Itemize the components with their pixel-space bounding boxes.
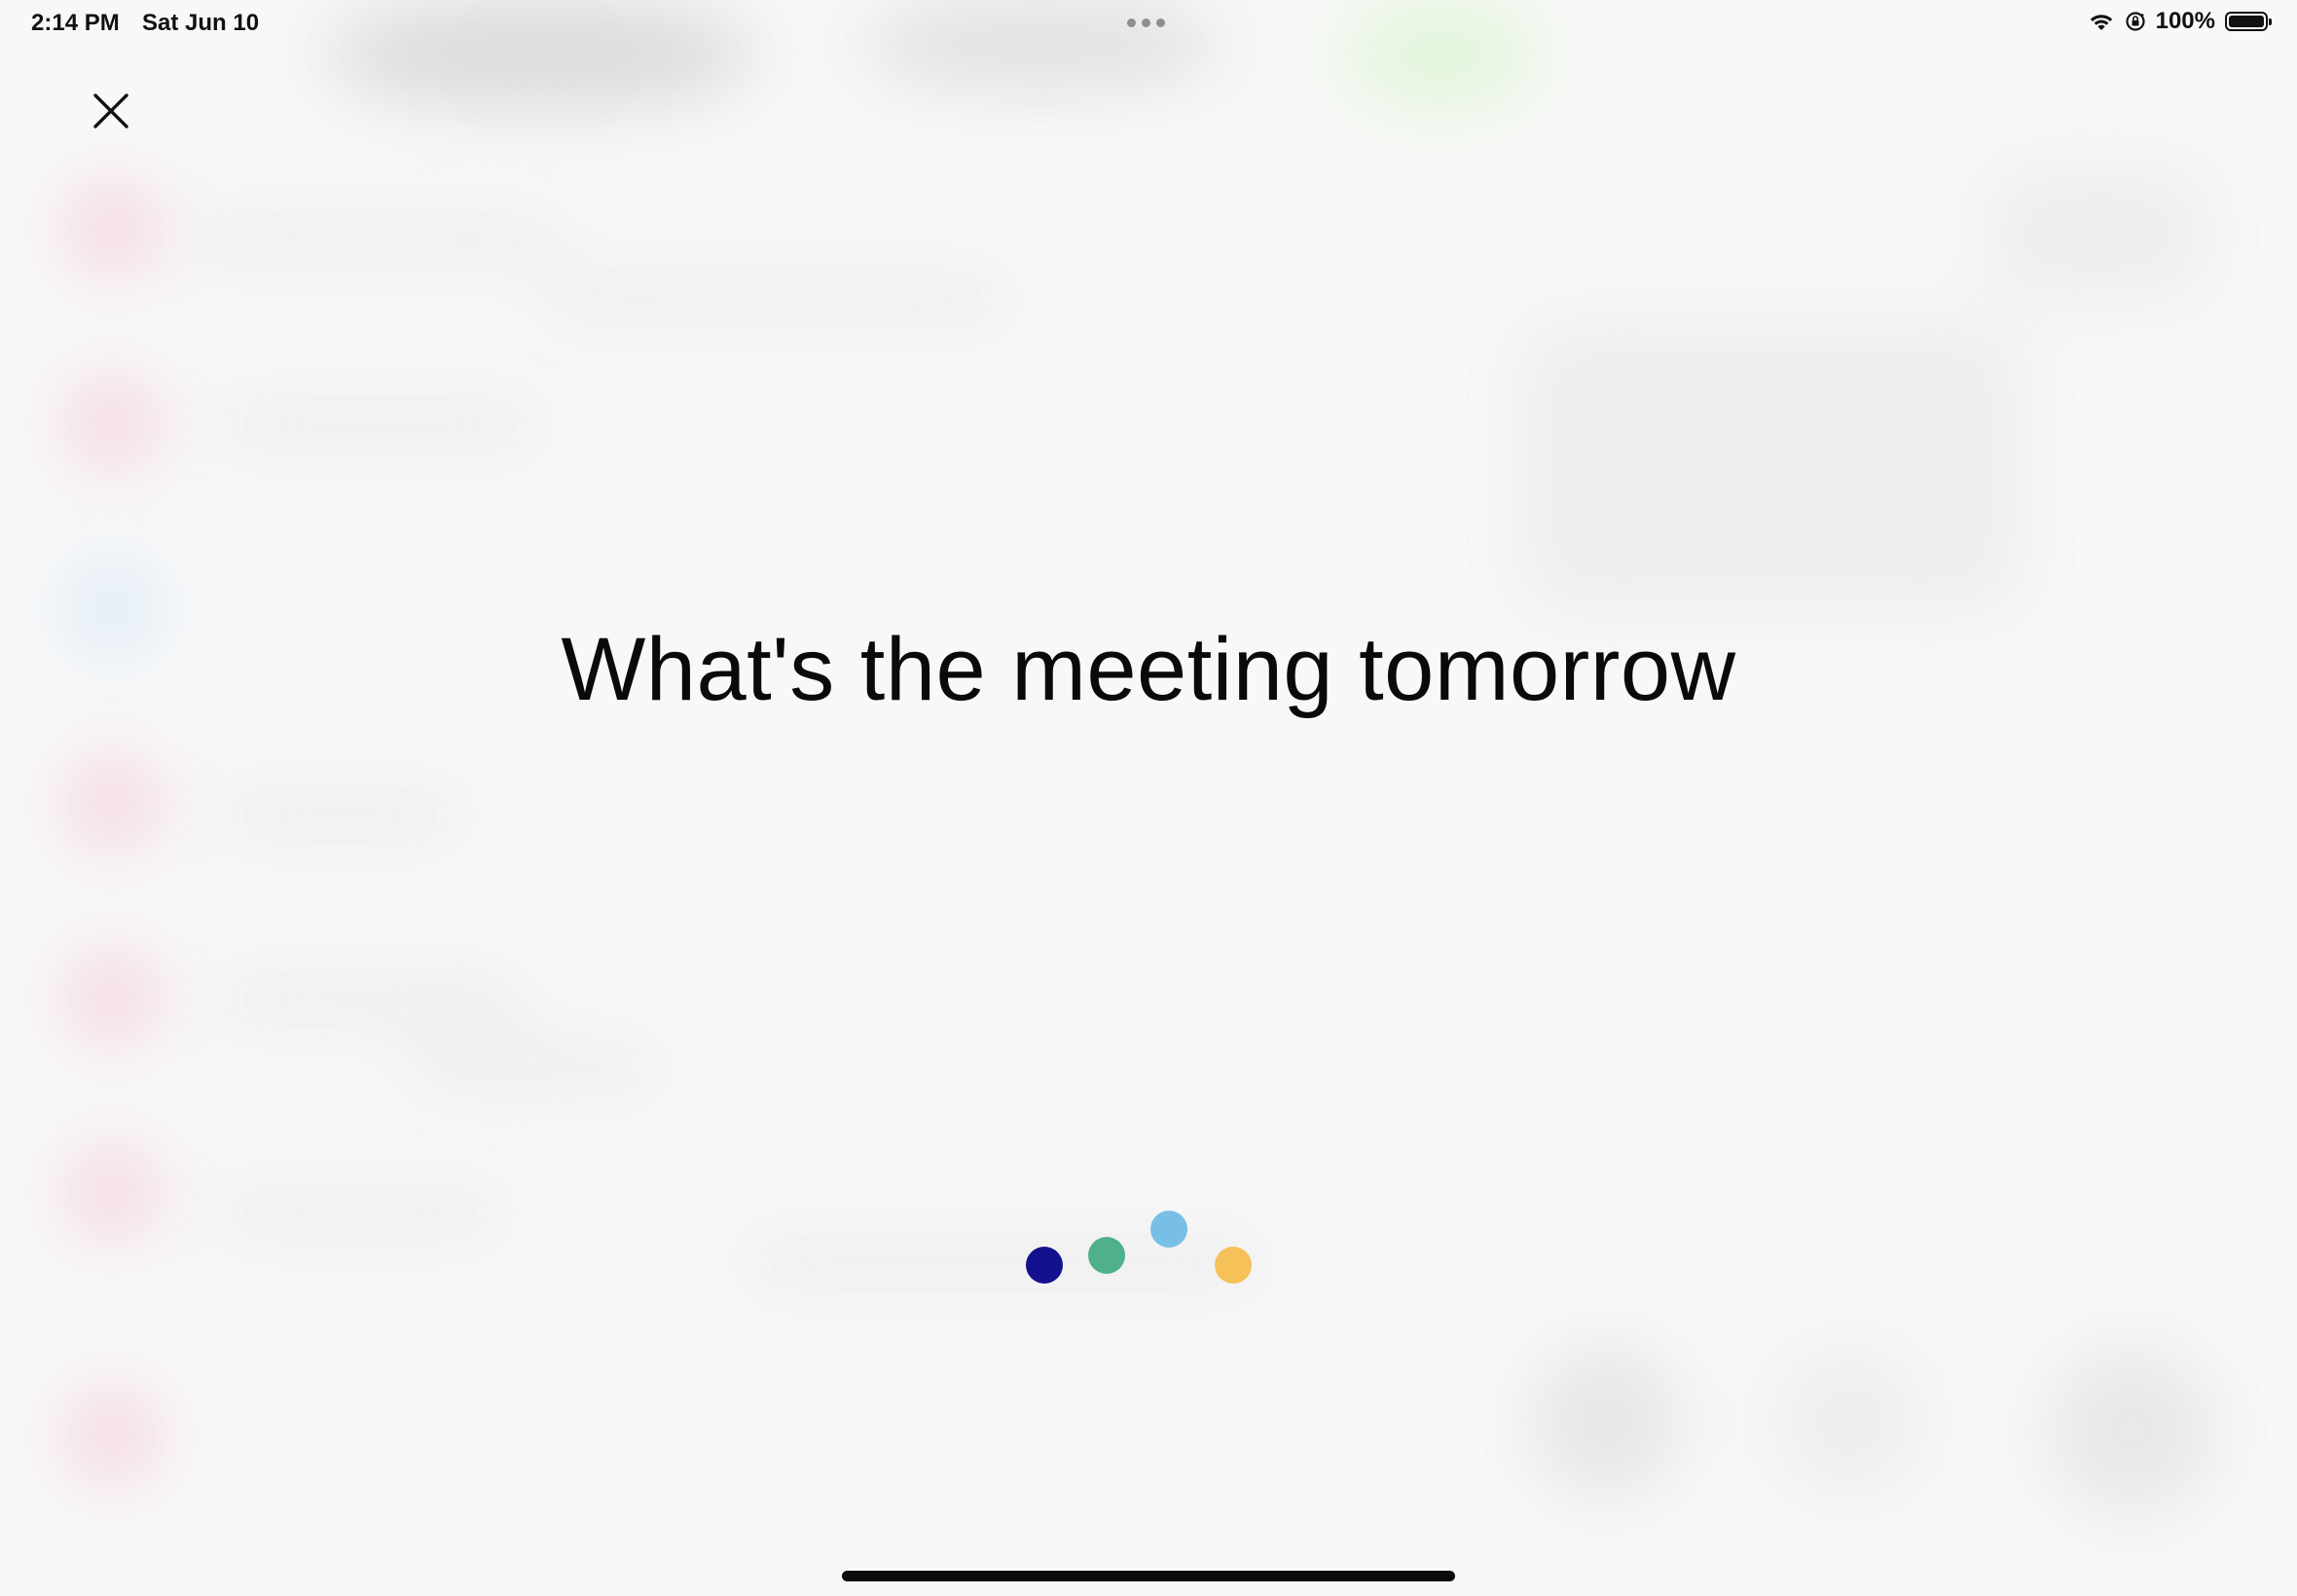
status-time: 2:14 PM (31, 10, 120, 36)
home-indicator[interactable] (842, 1571, 1455, 1581)
status-bar: 2:14 PM Sat Jun 10 100% (0, 0, 2297, 47)
wifi-icon (2090, 15, 2112, 30)
orientation-lock-icon (2126, 12, 2145, 31)
status-date: Sat Jun 10 (142, 10, 260, 36)
battery-percent: 100% (2155, 8, 2215, 34)
status-indicators: 100% (2088, 8, 2272, 35)
siri-dot (1026, 1247, 1063, 1284)
battery-icon (2225, 12, 2272, 31)
siri-dot (1150, 1211, 1187, 1248)
multitasking-menu-icon[interactable] (1127, 18, 1165, 27)
battery-fill (2229, 16, 2264, 27)
close-icon (93, 93, 128, 128)
siri-dot (1215, 1247, 1252, 1284)
siri-dot (1088, 1237, 1125, 1274)
blurred-background-app (0, 0, 2297, 1596)
close-button[interactable] (90, 90, 132, 132)
siri-query-text: What's the meeting tomorrow (561, 620, 1736, 719)
siri-overlay-screen: 2:14 PM Sat Jun 10 100% What's the meeti… (0, 0, 2297, 1596)
